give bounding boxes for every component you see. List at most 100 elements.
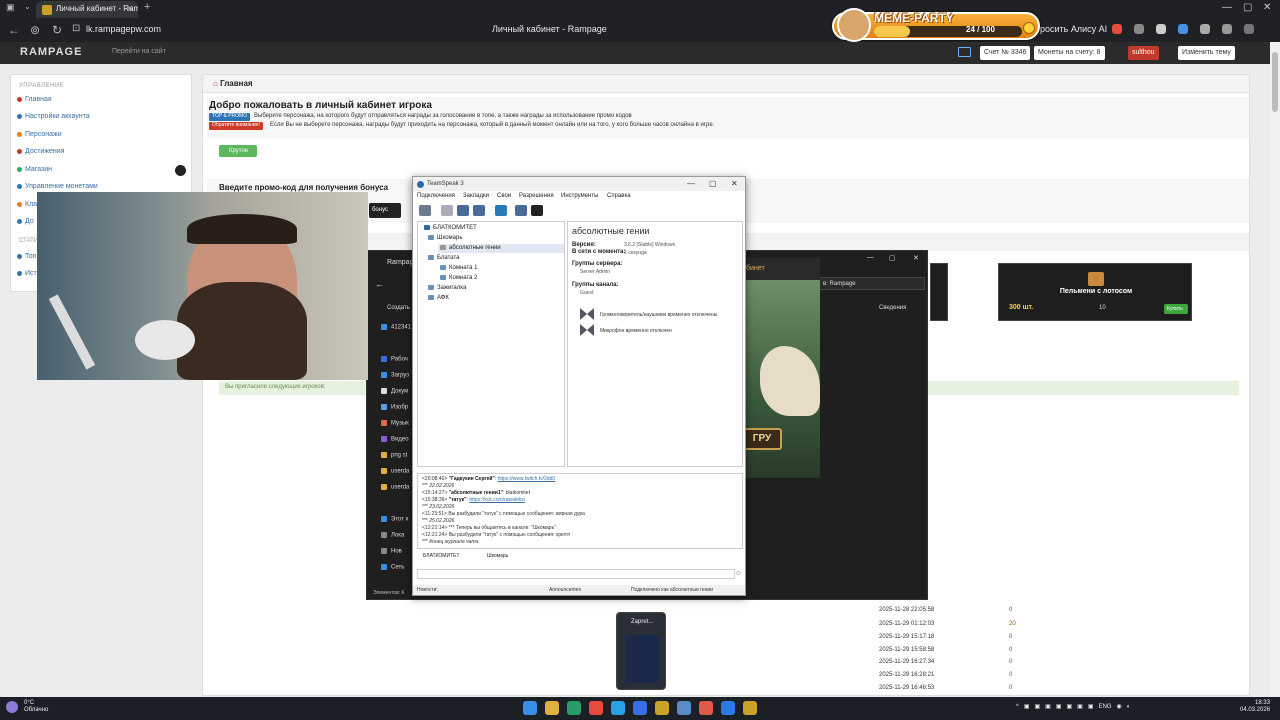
- edge-icon[interactable]: [567, 701, 581, 715]
- scroll-thumb[interactable]: [1272, 52, 1278, 112]
- tree-channel[interactable]: Зажигалка: [428, 285, 466, 291]
- ts-chat-input[interactable]: [417, 569, 735, 579]
- new-tab-icon[interactable]: +: [144, 1, 150, 13]
- chat-icon[interactable]: [495, 205, 507, 216]
- puzzle-icon[interactable]: [1200, 24, 1210, 34]
- maximize-icon[interactable]: ▢: [709, 179, 717, 188]
- rampage-icon[interactable]: [743, 701, 757, 715]
- menu-permissions[interactable]: Разрешения: [519, 193, 554, 199]
- game-icon[interactable]: [655, 701, 669, 715]
- shop-item-qty[interactable]: 300 шт.: [1009, 304, 1033, 311]
- sidebar-item-top[interactable]: Топ: [17, 253, 36, 260]
- minimize-icon[interactable]: —: [687, 179, 695, 188]
- adblock-extension-icon[interactable]: [1112, 24, 1122, 34]
- back-icon[interactable]: ←: [375, 279, 384, 289]
- language-indicator[interactable]: ENG: [1099, 704, 1112, 710]
- menu-help[interactable]: Справка: [607, 193, 631, 199]
- menu-bookmarks[interactable]: Закладки: [463, 193, 489, 199]
- clock[interactable]: 18:33 04.03.2026: [1240, 700, 1270, 714]
- disconnect-icon[interactable]: [441, 205, 453, 216]
- create-button[interactable]: Создать: [387, 305, 410, 311]
- minimize-icon[interactable]: —: [1222, 2, 1232, 13]
- tree-channel[interactable]: АФК: [428, 295, 449, 301]
- vscode-icon[interactable]: [721, 701, 735, 715]
- nav-item[interactable]: userda: [381, 468, 409, 475]
- cool-button[interactable]: Крутое: [219, 145, 257, 157]
- breadcrumb-home[interactable]: Главная: [220, 79, 253, 88]
- tree-user[interactable]: абсолютные гении: [440, 245, 501, 251]
- change-theme-button[interactable]: Изменить тему: [1178, 46, 1235, 60]
- mic-mute-icon[interactable]: [473, 205, 485, 216]
- explorer-search-input[interactable]: в: Rampage: [819, 277, 925, 290]
- weather-widget[interactable]: 0°C Облачно: [24, 700, 48, 714]
- close-tab-icon[interactable]: ✕: [126, 4, 133, 13]
- close-icon[interactable]: ✕: [731, 179, 738, 188]
- nav-item[interactable]: Лока: [381, 532, 404, 539]
- announcement-label[interactable]: Announcemen: [549, 587, 581, 593]
- teamspeak-taskbar-icon[interactable]: [677, 701, 691, 715]
- minimize-icon[interactable]: —: [867, 254, 874, 261]
- close-icon[interactable]: ✕: [913, 254, 919, 262]
- menu-self[interactable]: Свои: [497, 193, 511, 199]
- profile-icon[interactable]: ▣: [6, 2, 15, 13]
- sidebar-item-home[interactable]: Главная: [17, 96, 52, 103]
- file-explorer-icon[interactable]: [545, 701, 559, 715]
- zapret-icon[interactable]: [699, 701, 713, 715]
- contacts-icon[interactable]: [515, 205, 527, 216]
- nav-item[interactable]: Докум: [381, 388, 408, 395]
- sidebar-item-account-settings[interactable]: Настройки аккаунта: [17, 113, 90, 120]
- menu-tools[interactable]: Инструменты: [561, 193, 598, 199]
- maximize-icon[interactable]: ▢: [1243, 2, 1252, 13]
- sidebar-item-other[interactable]: До: [17, 218, 34, 225]
- nav-item[interactable]: Изобр: [381, 404, 408, 411]
- menu-icon[interactable]: [1244, 24, 1254, 34]
- ask-alisa-button[interactable]: росить Алису AI: [1040, 24, 1107, 34]
- emoji-icon[interactable]: ☺: [735, 570, 742, 577]
- nav-item[interactable]: Этот к: [381, 516, 408, 523]
- nav-item[interactable]: userda: [381, 484, 409, 491]
- tree-channel[interactable]: Комната 1: [440, 265, 478, 271]
- telegram-icon[interactable]: [611, 701, 625, 715]
- go-to-site-link[interactable]: Перейти на сайт: [112, 48, 166, 55]
- buy-button[interactable]: Купить: [1164, 304, 1188, 314]
- nav-item[interactable]: Музык: [381, 420, 409, 427]
- page-scrollbar[interactable]: [1270, 42, 1280, 697]
- sidebar-item-achievements[interactable]: Достижения: [17, 148, 64, 155]
- nav-item[interactable]: Сеть: [381, 564, 404, 571]
- browser-tab[interactable]: Личный кабинет - Rampa ✕: [36, 1, 138, 18]
- taskbar-preview[interactable]: Zapret...: [616, 612, 666, 690]
- account-number-badge[interactable]: Счет № 3346: [980, 46, 1031, 60]
- menu-connections[interactable]: Подключения: [417, 193, 455, 199]
- shield-icon[interactable]: ⊚: [30, 23, 40, 37]
- nav-item[interactable]: Нов: [381, 548, 402, 555]
- sidebar-item-characters[interactable]: Персонажи: [17, 131, 62, 138]
- speaker-mute-icon[interactable]: [457, 205, 469, 216]
- chat-link[interactable]: https://www.twitch.tv/2dd0: [498, 476, 556, 482]
- downloads-icon[interactable]: [1222, 24, 1232, 34]
- nav-item[interactable]: png st: [381, 452, 407, 459]
- tab-channel[interactable]: Шкомарь: [487, 553, 508, 559]
- sidebar-item-history[interactable]: Ист: [17, 270, 37, 277]
- system-tray[interactable]: ^ ▣ ▣ ▣ ▣ ▣ ▣ ▣ ENG ◉ ◐: [1016, 703, 1130, 710]
- connect-icon[interactable]: [419, 205, 431, 216]
- site-logo[interactable]: RAMPAGE: [20, 46, 82, 58]
- site-info-icon[interactable]: ⊡: [72, 23, 80, 34]
- nav-item[interactable]: Загруз: [381, 372, 409, 379]
- nav-item[interactable]: Рабоч: [381, 356, 408, 363]
- reload-icon[interactable]: ↻: [52, 23, 62, 37]
- weather-icon[interactable]: [6, 701, 18, 713]
- extension-icon[interactable]: [1134, 24, 1144, 34]
- tree-channel[interactable]: Блатата: [428, 255, 459, 261]
- user-menu-button[interactable]: sulthou: [1128, 46, 1159, 60]
- nav-item[interactable]: Видео: [381, 436, 409, 443]
- extension-icon[interactable]: [1156, 24, 1166, 34]
- tree-channel[interactable]: Шкомарь: [428, 235, 462, 241]
- back-icon[interactable]: ←: [8, 23, 20, 37]
- url-field[interactable]: lk.rampagepw.com: [86, 24, 161, 34]
- tree-channel[interactable]: Комната 2: [440, 275, 478, 281]
- play-button[interactable]: ГРУ: [746, 428, 782, 450]
- sidebar-item-coins[interactable]: Управление монетами: [17, 183, 98, 190]
- tab-list-icon[interactable]: ⌄: [24, 2, 31, 11]
- coins-balance-button[interactable]: Монеты на счету: 8: [1034, 46, 1105, 60]
- windows-start-icon[interactable]: [523, 701, 537, 715]
